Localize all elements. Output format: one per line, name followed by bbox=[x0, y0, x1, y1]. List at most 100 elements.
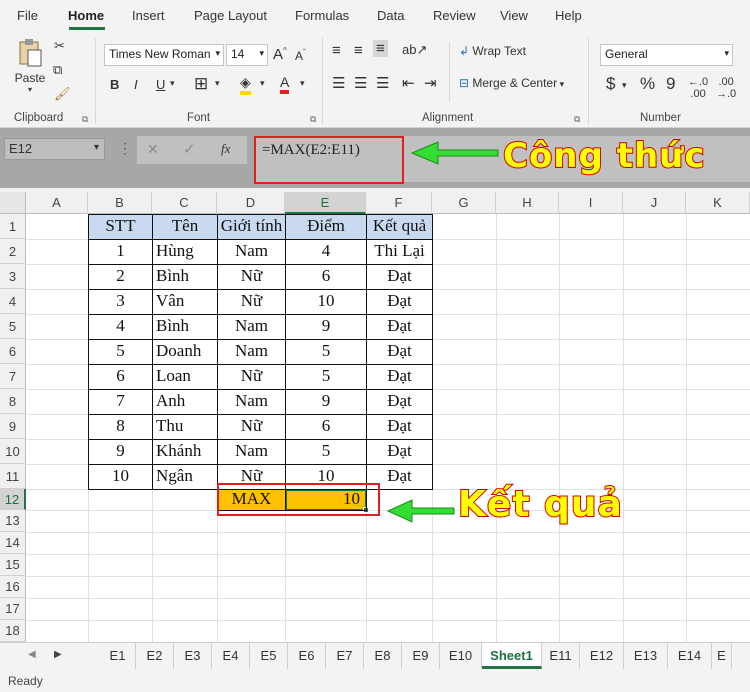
sheet-tab-active[interactable]: Sheet1 bbox=[482, 643, 542, 669]
fill-color-icon[interactable]: ◈ bbox=[240, 74, 251, 95]
table-header-cell[interactable]: Kết quả bbox=[367, 214, 432, 238]
row-header[interactable]: 10 bbox=[0, 439, 26, 464]
table-cell[interactable]: Nữ bbox=[218, 264, 285, 288]
borders-icon[interactable]: ⊞ bbox=[194, 74, 208, 94]
table-cell[interactable]: 9 bbox=[89, 439, 152, 463]
chevron-down-icon[interactable]: ▾ bbox=[215, 78, 220, 89]
table-cell[interactable]: Nam bbox=[218, 339, 285, 363]
scroll-right-icon[interactable]: ▶ bbox=[54, 649, 62, 660]
column-header[interactable]: K bbox=[686, 192, 750, 214]
table-cell[interactable]: Đạt bbox=[367, 364, 432, 388]
table-cell[interactable]: 1 bbox=[89, 239, 152, 263]
sheet-tab[interactable]: E10 bbox=[440, 643, 482, 669]
decrease-decimal-icon[interactable]: .00 →.0 bbox=[716, 76, 736, 100]
table-cell[interactable]: Đạt bbox=[367, 439, 432, 463]
table-cell[interactable]: Ngân bbox=[156, 464, 220, 488]
column-header[interactable]: I bbox=[559, 192, 623, 214]
row-header[interactable]: 17 bbox=[0, 598, 26, 620]
menu-file[interactable]: File bbox=[17, 8, 38, 23]
row-header[interactable]: 11 bbox=[0, 464, 26, 489]
align-middle-icon[interactable]: ≡ bbox=[354, 42, 363, 59]
comma-button[interactable]: 9 bbox=[666, 74, 675, 94]
table-cell[interactable]: Nữ bbox=[218, 289, 285, 313]
spreadsheet-grid[interactable]: A B C D E F G H I J K 1 2 3 4 5 6 7 8 9 … bbox=[0, 192, 750, 642]
decrease-indent-icon[interactable]: ⇤ bbox=[402, 74, 415, 92]
table-cell[interactable]: Nam bbox=[218, 239, 285, 263]
sheet-tab[interactable]: E2 bbox=[136, 643, 174, 669]
sheet-tab[interactable]: E9 bbox=[402, 643, 440, 669]
table-cell[interactable]: Loan bbox=[156, 364, 220, 388]
menu-home[interactable]: Home bbox=[68, 8, 104, 23]
row-header[interactable]: 13 bbox=[0, 510, 26, 532]
row-header[interactable]: 7 bbox=[0, 364, 26, 389]
align-top-icon[interactable]: ≡ bbox=[332, 42, 341, 59]
column-header[interactable]: A bbox=[26, 192, 88, 214]
table-cell[interactable]: 5 bbox=[286, 439, 366, 463]
merge-center-button[interactable]: ⊟ Merge & Center ▾ bbox=[459, 76, 564, 90]
increase-decimal-icon[interactable]: ←.0.00 bbox=[688, 76, 708, 100]
enter-icon[interactable]: ✓ bbox=[183, 140, 196, 158]
font-size-select[interactable]: 14 ▾ bbox=[226, 44, 268, 66]
table-cell[interactable]: 2 bbox=[89, 264, 152, 288]
row-header[interactable]: 6 bbox=[0, 339, 26, 364]
format-painter-icon[interactable]: 🖌 bbox=[54, 86, 71, 102]
insert-function-icon[interactable]: fx bbox=[221, 141, 230, 157]
sheet-tab[interactable]: E13 bbox=[624, 643, 668, 669]
sheet-tab[interactable]: E5 bbox=[250, 643, 288, 669]
font-launcher-icon[interactable]: ⧉ bbox=[310, 114, 316, 125]
clipboard-launcher-icon[interactable]: ⧉ bbox=[82, 114, 88, 125]
sheet-tab[interactable]: E bbox=[712, 643, 732, 669]
table-cell[interactable]: Nam bbox=[218, 389, 285, 413]
currency-button[interactable]: $ bbox=[606, 74, 615, 94]
sheet-tab[interactable]: E4 bbox=[212, 643, 250, 669]
chevron-down-icon[interactable]: ▾ bbox=[622, 80, 627, 91]
table-cell[interactable]: Nữ bbox=[218, 364, 285, 388]
shrink-font-icon[interactable]: Aˇ bbox=[295, 48, 306, 63]
menu-view[interactable]: View bbox=[500, 8, 528, 23]
table-cell[interactable]: 10 bbox=[286, 289, 366, 313]
table-cell[interactable]: Vân bbox=[156, 289, 220, 313]
menu-review[interactable]: Review bbox=[433, 8, 476, 23]
font-family-select[interactable]: Times New Roman ▾ bbox=[104, 44, 224, 66]
table-cell[interactable]: Anh bbox=[156, 389, 220, 413]
alignment-launcher-icon[interactable]: ⧉ bbox=[574, 114, 580, 125]
row-header[interactable]: 9 bbox=[0, 414, 26, 439]
table-cell[interactable]: Đạt bbox=[367, 264, 432, 288]
chevron-down-icon[interactable]: ▾ bbox=[300, 78, 305, 89]
chevron-down-icon[interactable]: ▾ bbox=[260, 78, 265, 89]
sheet-tab[interactable]: E11 bbox=[542, 643, 580, 669]
copy-icon[interactable]: ⧉ bbox=[53, 62, 62, 78]
sheet-tab[interactable]: E12 bbox=[580, 643, 624, 669]
table-cell[interactable]: Nam bbox=[218, 314, 285, 338]
underline-button[interactable]: U bbox=[156, 77, 165, 92]
grow-font-icon[interactable]: A^ bbox=[273, 46, 287, 63]
table-cell[interactable]: Đạt bbox=[367, 389, 432, 413]
column-header[interactable]: G bbox=[432, 192, 496, 214]
row-header[interactable]: 8 bbox=[0, 389, 26, 414]
table-cell[interactable]: 6 bbox=[89, 364, 152, 388]
table-header-cell[interactable]: Giới tính bbox=[218, 214, 285, 238]
table-header-cell[interactable]: Điểm bbox=[286, 214, 366, 238]
table-cell[interactable]: Bình bbox=[156, 314, 220, 338]
sheet-tab[interactable]: E14 bbox=[668, 643, 712, 669]
cut-icon[interactable]: ✂ bbox=[54, 38, 65, 54]
font-color-icon[interactable]: A bbox=[280, 74, 290, 94]
table-cell[interactable]: 5 bbox=[286, 339, 366, 363]
table-cell[interactable]: 4 bbox=[89, 314, 152, 338]
table-cell[interactable]: Nam bbox=[218, 439, 285, 463]
more-icon[interactable]: ⋮ bbox=[118, 140, 132, 157]
align-center-icon[interactable]: ☰ bbox=[354, 74, 367, 92]
table-cell[interactable]: Thi Lại bbox=[367, 239, 432, 263]
row-header[interactable]: 14 bbox=[0, 532, 26, 554]
column-header[interactable]: H bbox=[496, 192, 559, 214]
row-header[interactable]: 16 bbox=[0, 576, 26, 598]
table-cell[interactable]: Hùng bbox=[156, 239, 220, 263]
row-header[interactable]: 15 bbox=[0, 554, 26, 576]
wrap-text-button[interactable]: ↲ Wrap Text bbox=[459, 44, 526, 58]
table-cell[interactable]: Đạt bbox=[367, 414, 432, 438]
column-header[interactable]: F bbox=[366, 192, 432, 214]
table-cell[interactable]: Khánh bbox=[156, 439, 220, 463]
sheet-tab[interactable]: E3 bbox=[174, 643, 212, 669]
scroll-left-icon[interactable]: ◀ bbox=[28, 649, 36, 660]
table-cell[interactable]: 4 bbox=[286, 239, 366, 263]
